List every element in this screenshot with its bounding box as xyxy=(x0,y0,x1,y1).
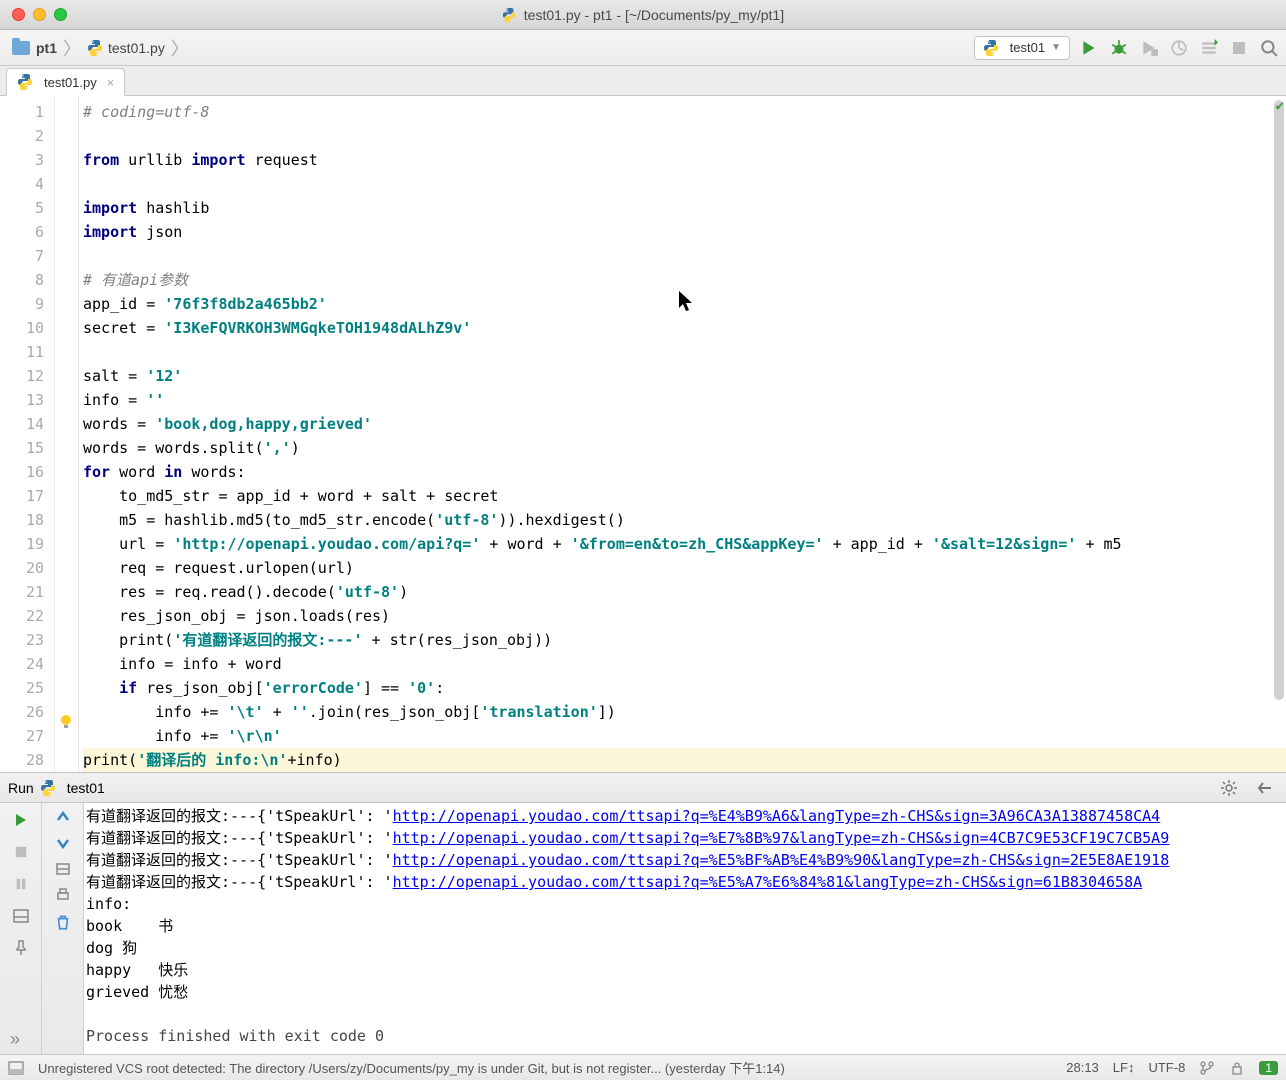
more-toolwindows-button[interactable]: » xyxy=(10,1029,20,1050)
minimize-window-button[interactable] xyxy=(33,8,46,21)
settings-icon[interactable] xyxy=(1218,777,1240,799)
python-file-icon xyxy=(17,74,33,90)
stop-button[interactable] xyxy=(10,841,32,863)
status-bar: Unregistered VCS root detected: The dire… xyxy=(0,1054,1286,1080)
line-number-gutter: 1234567891011121314151617181920212223242… xyxy=(0,96,55,772)
stop-button[interactable] xyxy=(1228,37,1250,59)
concurrency-button[interactable] xyxy=(1198,37,1220,59)
title-bar: test01.py - pt1 - [~/Documents/py_my/pt1… xyxy=(0,0,1286,30)
marker-gutter xyxy=(55,96,79,772)
close-tab-icon[interactable]: × xyxy=(107,75,115,90)
python-file-icon xyxy=(40,780,56,796)
editor-tab[interactable]: test01.py × xyxy=(6,68,125,96)
search-icon[interactable] xyxy=(1258,37,1280,59)
run-tool-window: Run test01 xyxy=(0,772,1286,1054)
toolbar-right: test01 ▼ xyxy=(974,36,1280,60)
file-encoding[interactable]: UTF-8 xyxy=(1148,1060,1185,1075)
window-controls xyxy=(0,8,67,21)
profile-button[interactable] xyxy=(1168,37,1190,59)
debug-button[interactable] xyxy=(1108,37,1130,59)
run-toolbar-secondary xyxy=(42,803,84,1054)
run-button[interactable] xyxy=(1078,37,1100,59)
toolwindow-toggle-icon[interactable] xyxy=(8,1060,24,1076)
breadcrumb-separator: 〉 xyxy=(63,35,81,61)
pause-button[interactable] xyxy=(10,873,32,895)
maximize-window-button[interactable] xyxy=(54,8,67,21)
breadcrumb-root[interactable]: pt1 xyxy=(8,37,61,59)
python-file-icon xyxy=(502,8,516,22)
print-button[interactable] xyxy=(55,887,71,903)
run-toolwindow-header: Run test01 xyxy=(0,773,1286,803)
editor-scrollbar[interactable] xyxy=(1274,100,1284,700)
breadcrumb: pt1 〉 test01.py 〉 xyxy=(8,35,191,61)
run-toolbar-primary xyxy=(0,803,42,1054)
line-separator[interactable]: LF↕ xyxy=(1113,1060,1135,1075)
soft-wrap-button[interactable] xyxy=(55,861,71,877)
run-header-title: Run xyxy=(8,780,34,796)
editor-tab-bar: test01.py × xyxy=(0,66,1286,96)
navigation-bar: pt1 〉 test01.py 〉 test01 ▼ xyxy=(0,30,1286,66)
code-editor[interactable]: 1234567891011121314151617181920212223242… xyxy=(0,96,1286,772)
window-title: test01.py - pt1 - [~/Documents/py_my/pt1… xyxy=(0,7,1286,23)
lock-icon[interactable] xyxy=(1229,1060,1245,1076)
python-file-icon xyxy=(87,40,103,56)
python-file-icon xyxy=(983,40,999,56)
folder-icon xyxy=(12,41,30,55)
git-branch-icon[interactable] xyxy=(1199,1060,1215,1076)
code-area[interactable]: # coding=utf-8 from urllib import reques… xyxy=(79,96,1286,772)
inspection-status-icon[interactable]: ✔︎ xyxy=(1276,98,1284,114)
rerun-button[interactable] xyxy=(10,809,32,831)
status-message[interactable]: Unregistered VCS root detected: The dire… xyxy=(38,1058,1052,1077)
layout-button[interactable] xyxy=(10,905,32,927)
coverage-button[interactable] xyxy=(1138,37,1160,59)
chevron-down-icon: ▼ xyxy=(1051,42,1061,53)
scroll-down-button[interactable] xyxy=(55,835,71,851)
intention-bulb-icon[interactable] xyxy=(58,714,74,730)
pin-tab-button[interactable] xyxy=(10,937,32,959)
breadcrumb-separator: 〉 xyxy=(171,35,189,61)
run-header-config: test01 xyxy=(67,780,105,796)
editor-tab-label: test01.py xyxy=(44,75,97,90)
run-configuration-dropdown[interactable]: test01 ▼ xyxy=(974,36,1070,60)
hide-toolwindow-icon[interactable] xyxy=(1254,777,1276,799)
scroll-up-button[interactable] xyxy=(55,809,71,825)
close-window-button[interactable] xyxy=(12,8,25,21)
event-log-badge[interactable]: 1 xyxy=(1259,1061,1278,1075)
caret-position[interactable]: 28:13 xyxy=(1066,1060,1099,1075)
clear-all-button[interactable] xyxy=(54,913,72,931)
breadcrumb-file[interactable]: test01.py xyxy=(83,37,169,59)
console-output[interactable]: 有道翻译返回的报文:---{'tSpeakUrl': 'http://opena… xyxy=(84,803,1286,1054)
